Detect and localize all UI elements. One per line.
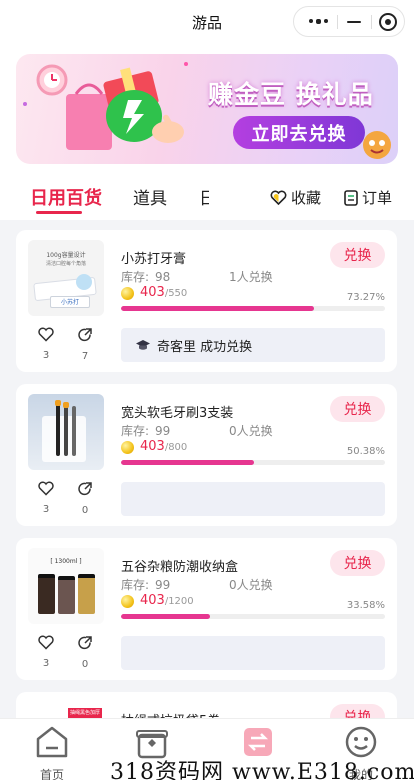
progress-bar [121, 614, 385, 619]
more-button[interactable] [300, 7, 336, 36]
product-card: 宽头软毛牙刷3支装 库存: 99 0人兑换 403/800 50.38% 兑换 3… [16, 384, 397, 526]
product-image[interactable]: [ 1300ml ] [28, 548, 104, 624]
share-count: 7 [81, 351, 89, 362]
product-image[interactable]: 100g容量设计 清洁口腔每个角落 小苏打 [28, 240, 104, 316]
progress-percent: 73.27% [346, 292, 385, 303]
share-button[interactable]: 0 [75, 635, 95, 670]
tabbar-home[interactable]: 首页 [22, 725, 82, 780]
banner-title: 赚金豆 换礼品 [208, 80, 374, 109]
category-tabs: 日用百货 道具 日 收藏 订单 [0, 180, 414, 220]
heart-icon [270, 190, 287, 205]
share-icon [78, 636, 92, 650]
progress-percent: 50.38% [346, 446, 385, 457]
like-count: 3 [42, 658, 50, 669]
stock-info: 库存: 98 [121, 270, 171, 284]
share-icon [78, 482, 92, 496]
product-name: 五谷杂粮防潮收纳盒 [121, 560, 239, 575]
tab-props[interactable]: 道具 [133, 184, 167, 209]
image-subcaption: 清洁口腔每个角落 [45, 261, 86, 267]
redeem-notice [121, 482, 385, 516]
share-button[interactable]: 0 [75, 481, 95, 516]
notice-text: 奇客里 成功兑换 [157, 339, 253, 355]
like-button[interactable]: 3 [36, 327, 56, 361]
like-count: 3 [42, 350, 50, 361]
product-name: 小苏打牙膏 [121, 252, 187, 267]
price: 403/1200 [140, 593, 194, 608]
image-caption: 抽绳黑色加厚 [68, 708, 102, 718]
price: 403/800 [140, 439, 188, 454]
order-list-icon [344, 189, 358, 206]
share-count: 0 [81, 505, 89, 516]
redeemed-count: 0人兑换 [229, 578, 273, 592]
like-button[interactable]: 3 [36, 635, 56, 669]
redeemed-count: 0人兑换 [229, 424, 273, 438]
emoji-sticker-icon [363, 131, 391, 159]
promo-banner[interactable]: 赚金豆 换礼品 立即去兑换 [16, 54, 398, 164]
image-brand: 小苏打 [50, 296, 90, 308]
stock-info: 库存: 99 [121, 424, 171, 438]
favorites-label: 收藏 [291, 189, 322, 207]
favorites-button[interactable]: 收藏 [270, 187, 321, 208]
share-button[interactable]: 7 [75, 327, 95, 362]
orders-button[interactable]: 订单 [344, 187, 392, 208]
redeem-button[interactable]: 兑换 [330, 396, 385, 422]
target-icon [379, 12, 397, 31]
graduation-cap-icon [136, 340, 150, 350]
minus-icon [347, 20, 361, 23]
redeemed-count: 1人兑换 [229, 270, 273, 284]
tab-more[interactable]: 日 [199, 184, 209, 209]
orders-label: 订单 [362, 189, 393, 207]
redeem-notice [121, 636, 385, 670]
product-name: 宽头软毛牙刷3支装 [121, 406, 234, 421]
active-tab-indicator [36, 211, 82, 214]
nav-bar: 游品 [0, 0, 414, 44]
heart-icon [38, 635, 54, 650]
image-caption: [ 1300ml ] [50, 558, 82, 565]
redeem-button[interactable]: 兑换 [330, 550, 385, 576]
like-button[interactable]: 3 [36, 481, 56, 515]
close-button[interactable] [372, 7, 404, 36]
gold-bean-icon [121, 595, 134, 608]
redeem-now-button[interactable]: 立即去兑换 [233, 116, 365, 149]
site-watermark: 318资码网 www.E318.com [110, 760, 414, 780]
heart-icon [38, 327, 54, 342]
share-icon [78, 328, 92, 342]
mini-program-capsule [293, 6, 405, 37]
progress-bar [121, 460, 385, 465]
product-image[interactable] [28, 394, 104, 470]
redeem-notice: 奇客里 成功兑换 [121, 328, 385, 362]
tab-daily-goods[interactable]: 日用百货 [30, 184, 102, 210]
progress-percent: 33.58% [346, 600, 385, 611]
heart-icon [38, 481, 54, 496]
minimize-button[interactable] [338, 7, 370, 36]
share-count: 0 [81, 659, 89, 670]
image-caption: 100g容量设计 [46, 252, 86, 259]
tabbar-home-label: 首页 [39, 768, 64, 780]
product-card: [ 1300ml ] 五谷杂粮防潮收纳盒 库存: 99 0人兑换 403/1200… [16, 538, 397, 680]
gift-illustration-icon [23, 62, 188, 150]
product-card: 100g容量设计 清洁口腔每个角落 小苏打 小苏打牙膏 库存: 98 1人兑换 4… [16, 230, 397, 372]
gold-bean-icon [121, 441, 134, 454]
gold-bean-icon [121, 287, 134, 300]
price: 403/550 [140, 285, 188, 300]
like-count: 3 [42, 504, 50, 515]
redeem-button[interactable]: 兑换 [330, 242, 385, 268]
stock-info: 库存: 99 [121, 578, 171, 592]
progress-bar [121, 306, 385, 311]
home-icon [36, 726, 68, 758]
more-dots-icon [308, 19, 328, 24]
